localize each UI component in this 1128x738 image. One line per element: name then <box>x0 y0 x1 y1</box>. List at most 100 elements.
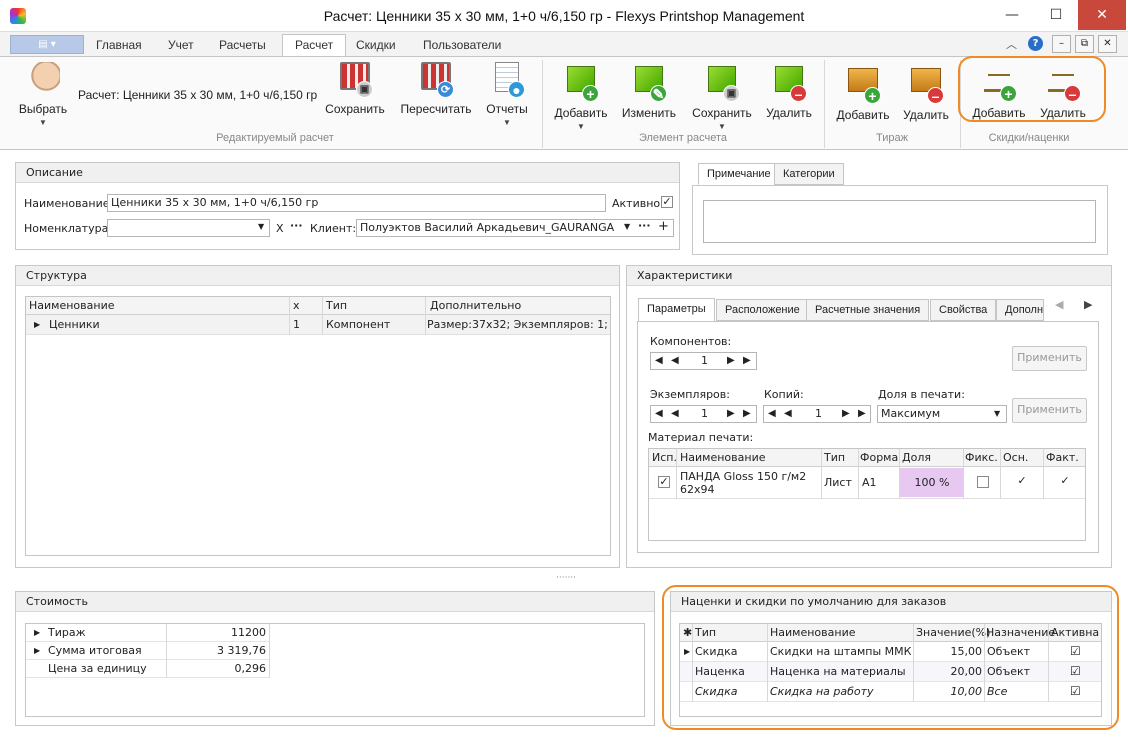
app-menu-icon: ▤ ▾ <box>38 39 56 50</box>
column-header-use[interactable]: Исп. <box>652 449 677 466</box>
tab-discounts[interactable]: Скидки <box>344 36 408 56</box>
tab-layout[interactable]: Расположение <box>716 299 809 321</box>
delete-element-button[interactable]: – Удалить <box>762 62 816 120</box>
mdi-minimize-button[interactable]: – <box>1052 35 1071 53</box>
column-header-x[interactable]: x <box>293 297 300 314</box>
next-icon[interactable]: ▶ <box>727 353 735 369</box>
delete-run-button[interactable]: – Удалить <box>900 62 952 122</box>
tab-calc-values[interactable]: Расчетные значения <box>806 299 930 321</box>
cube-save-icon: ▣ <box>704 66 740 102</box>
chevron-down-icon[interactable]: ▼ <box>994 409 1000 418</box>
nomenclature-browse-button[interactable]: ··· <box>290 219 303 232</box>
first-icon[interactable]: ◀ <box>768 406 776 422</box>
table-row[interactable]: ✓ ПАНДА Gloss 150 г/м2 62х94 Лист A1 100… <box>649 467 1085 499</box>
edit-element-button[interactable]: ✎ Изменить <box>618 62 680 120</box>
column-header-fixed[interactable]: Фикс. <box>965 449 998 466</box>
nomenclature-clear-button[interactable]: X <box>276 222 284 235</box>
divider <box>166 624 167 678</box>
actual-checkbox[interactable]: ✓ <box>1059 476 1071 488</box>
main-checkbox[interactable]: ✓ <box>1016 476 1028 488</box>
maximize-button[interactable]: ☐ <box>1034 0 1078 30</box>
apply-components-button[interactable]: Применить <box>1012 346 1087 371</box>
table-row[interactable]: ▶ Сумма итоговая 3 319,76 <box>26 642 269 660</box>
client-add-button[interactable]: + <box>658 219 669 234</box>
expand-arrow-icon[interactable]: ▶ <box>34 642 40 659</box>
column-header-main[interactable]: Осн. <box>1003 449 1028 466</box>
tab-accounting[interactable]: Учет <box>156 36 206 56</box>
ribbon-separator <box>824 60 825 148</box>
fixed-checkbox[interactable] <box>977 476 989 488</box>
tab-scroll-left-icon[interactable]: ◀ <box>1055 298 1063 311</box>
next-icon[interactable]: ▶ <box>727 406 735 422</box>
add-element-button[interactable]: + Добавить ▼ <box>550 62 612 131</box>
description-header: Описание <box>16 163 679 183</box>
mdi-restore-button[interactable]: ⧉ <box>1075 35 1094 53</box>
tab-calculations[interactable]: Расчеты <box>207 36 278 56</box>
next-icon[interactable]: ▶ <box>842 406 850 422</box>
save-calc-button[interactable]: ▣ Сохранить <box>322 62 388 116</box>
tab-scroll-right-icon[interactable]: ▶ <box>1084 298 1092 311</box>
name-input[interactable]: Ценники 35 х 30 мм, 1+0 ч/6,150 гр <box>107 194 606 212</box>
first-icon[interactable]: ◀ <box>655 353 663 369</box>
minimize-button[interactable]: — <box>990 0 1034 30</box>
column-header-name[interactable]: Наименование <box>29 297 114 314</box>
tab-users[interactable]: Пользователи <box>411 36 513 56</box>
collapse-ribbon-icon[interactable]: ︿ <box>1006 36 1017 52</box>
app-menu-button[interactable]: ▤ ▾ <box>10 35 84 54</box>
save-element-button[interactable]: ▣ Сохранить ▼ <box>688 62 756 131</box>
expand-arrow-icon[interactable]: ▶ <box>34 315 40 334</box>
choose-button[interactable]: Выбрать ▼ <box>12 62 74 127</box>
table-row[interactable]: Цена за единицу 0,296 <box>26 660 269 678</box>
tab-home[interactable]: Главная <box>84 36 154 56</box>
chevron-down-icon[interactable]: ▼ <box>258 222 264 231</box>
material-share[interactable]: 100 % <box>900 468 964 497</box>
row-type: Компонент <box>326 318 391 331</box>
material-label: Материал печати: <box>648 431 754 444</box>
column-header-type[interactable]: Тип <box>326 297 347 314</box>
column-header-type[interactable]: Тип <box>824 449 845 466</box>
material-name-line2: 62х94 <box>680 483 715 496</box>
tab-parameters[interactable]: Параметры <box>638 298 715 322</box>
splitter-handle[interactable]: ······· <box>556 573 576 583</box>
components-spinner[interactable]: ◀ ◀ 1 ▶ ▶ <box>650 352 757 370</box>
last-icon[interactable]: ▶ <box>858 406 866 422</box>
tab-properties[interactable]: Свойства <box>930 299 997 321</box>
copies-spinner[interactable]: ◀ ◀ 1 ▶ ▶ <box>650 405 757 423</box>
table-row[interactable]: ▶ Ценники 1 Компонент Размер:37x32; Экзе… <box>26 315 610 335</box>
tab-calculation[interactable]: Расчет <box>282 34 347 57</box>
apply-copies-button[interactable]: Применить <box>1012 398 1087 423</box>
name-label: Наименование: <box>24 197 114 210</box>
prev-icon[interactable]: ◀ <box>671 353 679 369</box>
column-header-name[interactable]: Наименование <box>680 449 765 466</box>
close-window-button[interactable]: ✕ <box>1078 0 1126 30</box>
column-header-share[interactable]: Доля <box>902 449 931 466</box>
column-header-format[interactable]: Формат <box>860 449 898 466</box>
last-icon[interactable]: ▶ <box>743 353 751 369</box>
add-run-button[interactable]: + Добавить <box>832 62 894 122</box>
prev-icon[interactable]: ◀ <box>671 406 679 422</box>
tab-note[interactable]: Примечание <box>698 163 780 185</box>
share-select[interactable]: Максимум <box>877 405 1007 423</box>
add-run-label: Добавить <box>836 108 890 122</box>
active-checkbox[interactable]: ✓ <box>661 196 673 208</box>
mdi-close-button[interactable]: ✕ <box>1098 35 1117 53</box>
first-icon[interactable]: ◀ <box>655 406 663 422</box>
recalc-button[interactable]: ⟳ Пересчитать <box>398 62 474 116</box>
tab-categories[interactable]: Категории <box>774 163 844 185</box>
table-row[interactable]: ▶ Тираж 11200 <box>26 624 269 642</box>
column-header-actual[interactable]: Факт. <box>1046 449 1079 466</box>
expand-arrow-icon[interactable]: ▶ <box>34 624 40 641</box>
use-checkbox[interactable]: ✓ <box>658 476 670 488</box>
client-browse-button[interactable]: ··· <box>638 219 651 232</box>
note-textarea[interactable] <box>703 200 1096 243</box>
chevron-down-icon[interactable]: ▼ <box>624 222 630 231</box>
prints-spinner[interactable]: ◀ ◀ 1 ▶ ▶ <box>763 405 871 423</box>
nomenclature-select[interactable] <box>107 219 270 237</box>
last-icon[interactable]: ▶ <box>743 406 751 422</box>
help-icon[interactable]: ? <box>1028 36 1043 51</box>
reports-button[interactable]: ● Отчеты ▼ <box>482 62 532 127</box>
prev-icon[interactable]: ◀ <box>784 406 792 422</box>
choose-label: Выбрать <box>18 102 68 116</box>
tab-additional[interactable]: Дополн <box>996 299 1044 321</box>
column-header-extra[interactable]: Дополнительно <box>430 297 521 314</box>
